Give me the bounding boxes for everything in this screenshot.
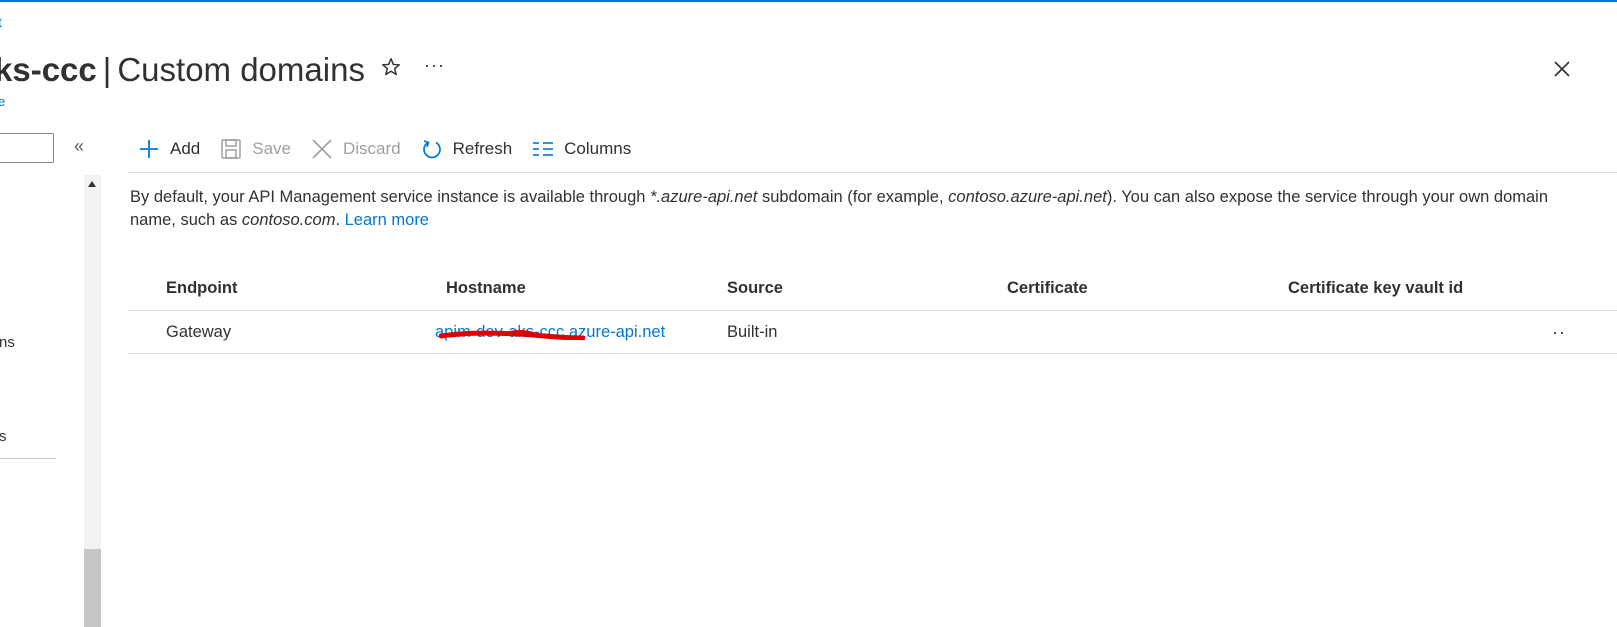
- save-label: Save: [252, 139, 291, 158]
- sidebar-item-custom-domains[interactable]: ns: [0, 334, 15, 351]
- table-row[interactable]: Gateway apim-dev-aks-ccc.azure-api.net B…: [128, 311, 1617, 354]
- hostname-cell: apim-dev-aks-ccc.azure-api.net: [435, 311, 665, 353]
- sidebar-divider: [0, 458, 56, 459]
- info-text: By default, your API Management service …: [130, 186, 1570, 232]
- page-title: ks-ccc | Custom domains: [0, 50, 365, 90]
- columns-label: Columns: [564, 139, 632, 158]
- discard-button[interactable]: Discard: [311, 138, 401, 160]
- scrollbar-thumb[interactable]: [84, 549, 101, 627]
- collapse-menu-icon[interactable]: «: [74, 136, 84, 157]
- save-icon: [221, 139, 241, 159]
- learn-more-link[interactable]: Learn more: [345, 211, 429, 229]
- resource-type-subtitle: e: [0, 94, 6, 109]
- more-options-icon[interactable]: ···: [424, 55, 445, 76]
- redaction-scribble: [439, 329, 585, 340]
- discard-x-icon: [312, 139, 332, 159]
- columns-button[interactable]: Columns: [532, 138, 631, 160]
- column-header-source[interactable]: Source: [727, 266, 783, 310]
- info-part: By default, your API Management service …: [130, 188, 651, 206]
- sidebar-scrollbar[interactable]: [84, 175, 101, 627]
- info-example-domain: contoso.azure-api.net: [948, 188, 1107, 206]
- info-part: .: [335, 211, 345, 229]
- column-header-hostname[interactable]: Hostname: [446, 266, 526, 310]
- close-icon[interactable]: [1553, 60, 1571, 78]
- add-label: Add: [170, 139, 201, 158]
- source-cell: Built-in: [727, 322, 778, 341]
- title-separator: |: [102, 51, 112, 88]
- info-custom-example: contoso.com: [241, 211, 336, 229]
- info-part: subdomain (for example,: [757, 188, 949, 206]
- table-header-row: Endpoint Hostname Source Certificate Cer…: [128, 266, 1617, 311]
- scroll-up-icon[interactable]: [88, 181, 96, 187]
- resource-name: ks-ccc: [0, 51, 97, 88]
- top-accent-line: [0, 0, 1617, 2]
- endpoint-cell: Gateway: [166, 322, 232, 341]
- menu-search-input[interactable]: [0, 133, 54, 163]
- sidebar-item[interactable]: s: [0, 428, 7, 445]
- plus-icon: [140, 140, 158, 158]
- favorite-star-icon[interactable]: [380, 56, 402, 78]
- columns-icon: [533, 142, 554, 156]
- refresh-label: Refresh: [452, 139, 513, 158]
- blade-title: Custom domains: [117, 51, 365, 88]
- breadcrumb[interactable]: t: [0, 14, 2, 30]
- column-header-endpoint[interactable]: Endpoint: [166, 266, 237, 310]
- column-header-certificate[interactable]: Certificate: [1007, 266, 1088, 310]
- row-more-icon[interactable]: ··: [1552, 311, 1566, 353]
- toolbar-divider: [128, 172, 1617, 173]
- add-button[interactable]: Add: [138, 138, 200, 160]
- refresh-icon: [422, 140, 441, 159]
- command-bar: Add Save Discard Refresh Columns: [138, 134, 651, 164]
- save-button[interactable]: Save: [220, 138, 291, 160]
- custom-domains-table: Endpoint Hostname Source Certificate Cer…: [128, 266, 1617, 354]
- hostname-link[interactable]: apim-dev-aks-ccc.azure-api.net: [435, 323, 665, 342]
- column-header-key-vault-id[interactable]: Certificate key vault id: [1288, 266, 1463, 310]
- discard-label: Discard: [343, 139, 401, 158]
- info-domain-pattern: *.azure-api.net: [650, 188, 758, 206]
- refresh-button[interactable]: Refresh: [421, 138, 513, 160]
